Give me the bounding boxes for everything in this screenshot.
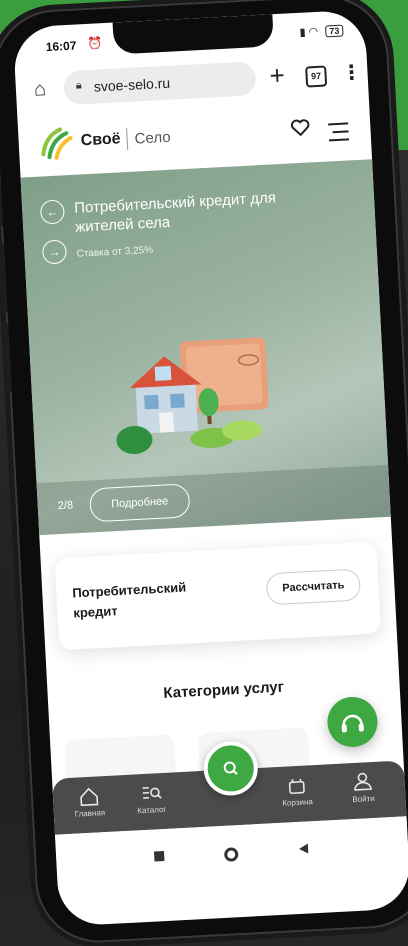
battery-icon: 73 bbox=[325, 25, 344, 38]
nav-label-home: Главная bbox=[60, 807, 120, 819]
loan-card-title: Потребительский кредит bbox=[72, 576, 214, 623]
phone-screen: 16:07 ⏰ ▮ ◠ 73 ⌂ 🔒︎ svoe-selo.ru + 97 ⋮ … bbox=[13, 9, 408, 926]
phone-side-button bbox=[0, 243, 8, 313]
nav-label-login: Войти bbox=[333, 793, 393, 805]
favorites-heart-icon[interactable] bbox=[290, 118, 311, 137]
status-time: 16:07 bbox=[45, 39, 76, 55]
hero-title: Потребительский кредит для жителей села bbox=[74, 186, 326, 237]
slide-counter: 2/8 bbox=[57, 499, 73, 512]
phone-side-button bbox=[0, 183, 3, 227]
search-fab-button[interactable] bbox=[202, 740, 259, 797]
tabs-button[interactable]: 97 bbox=[305, 65, 327, 87]
wifi-icon: ◠ bbox=[308, 26, 318, 38]
loan-card[interactable]: Потребительский кредит Рассчитать bbox=[55, 542, 381, 651]
nav-label-cart: Корзина bbox=[267, 796, 327, 808]
house-illustration bbox=[111, 322, 288, 461]
home-icon[interactable]: ⌂ bbox=[33, 78, 46, 102]
nav-item-home[interactable]: Главная bbox=[58, 783, 120, 819]
logo-icon[interactable] bbox=[36, 123, 76, 163]
status-indicators: ▮ ◠ 73 bbox=[299, 24, 343, 39]
recent-apps-icon[interactable] bbox=[152, 849, 167, 864]
nav-label-catalog: Каталог bbox=[122, 804, 182, 816]
hero-footer: 2/8 Подробнее bbox=[37, 465, 391, 535]
home-button-icon[interactable] bbox=[222, 845, 241, 864]
signal-icon: ▮ bbox=[299, 27, 306, 39]
brand-divider bbox=[126, 128, 128, 150]
home-icon bbox=[58, 783, 119, 808]
brand-name: Своё bbox=[80, 130, 121, 150]
menu-burger-icon[interactable] bbox=[328, 122, 349, 147]
hero-banner[interactable]: ← → Потребительский кредит для жителей с… bbox=[21, 159, 391, 535]
nav-item-login[interactable]: Войти bbox=[332, 769, 394, 805]
next-slide-arrow-icon[interactable]: → bbox=[42, 239, 67, 264]
cart-icon bbox=[266, 772, 327, 797]
nav-item-cart[interactable]: Корзина bbox=[266, 772, 328, 808]
back-icon[interactable] bbox=[296, 841, 311, 856]
support-button[interactable] bbox=[326, 696, 379, 749]
url-bar[interactable]: 🔒︎ svoe-selo.ru bbox=[63, 61, 257, 105]
user-icon bbox=[332, 769, 393, 794]
lock-icon: 🔒︎ bbox=[75, 79, 82, 92]
hero-subtitle: Ставка от 3,25% bbox=[76, 245, 153, 260]
new-tab-button[interactable]: + bbox=[269, 60, 286, 92]
alarm-icon: ⏰ bbox=[87, 36, 103, 51]
nav-item-catalog[interactable]: Каталог bbox=[120, 780, 182, 816]
calculate-button[interactable]: Рассчитать bbox=[266, 568, 362, 605]
prev-slide-arrow-icon[interactable]: ← bbox=[40, 199, 65, 224]
brand-subtitle: Село bbox=[134, 129, 171, 148]
more-button[interactable]: Подробнее bbox=[89, 483, 191, 522]
headset-icon bbox=[326, 696, 379, 749]
search-icon bbox=[207, 744, 255, 792]
catalog-icon bbox=[120, 780, 181, 805]
url-text: svoe-selo.ru bbox=[93, 75, 170, 95]
browser-menu-button[interactable]: ⋮ bbox=[341, 60, 362, 86]
